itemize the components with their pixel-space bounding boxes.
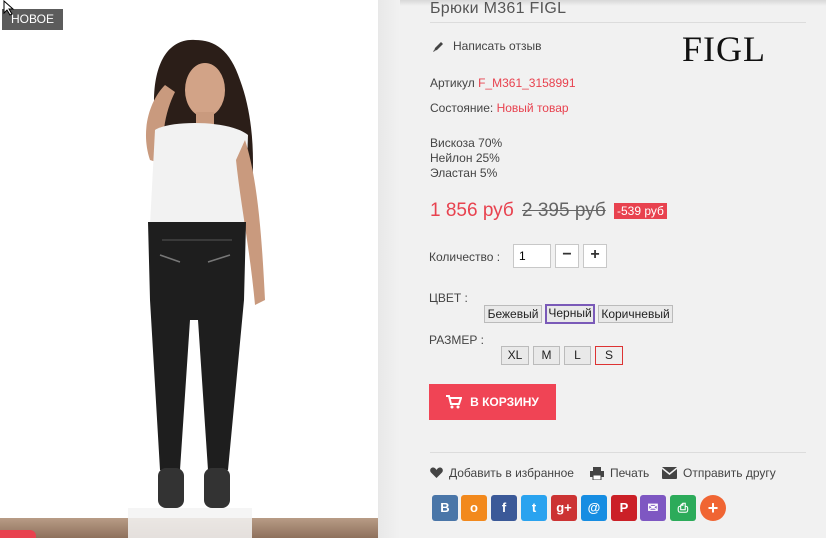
mail-ru-icon[interactable]: @ (581, 495, 607, 521)
corner-tag (0, 530, 36, 538)
composition-item: Вискоза 70% (430, 136, 503, 150)
old-price: 2 395 руб (522, 200, 606, 221)
quantity-minus-button[interactable]: − (555, 244, 579, 268)
quantity-plus-button[interactable]: + (583, 244, 607, 268)
product-title: Брюки M361 FIGL (430, 0, 567, 17)
facebook-icon[interactable]: f (491, 495, 517, 521)
composition-item: Эластан 5% (430, 166, 498, 180)
google-plus-icon[interactable]: g+ (551, 495, 577, 521)
divider-shade (378, 0, 400, 538)
product-photo (145, 39, 265, 508)
send-to-friend-label: Отправить другу (683, 466, 776, 480)
color-label: ЦВЕТ : (429, 291, 468, 305)
print-share-icon[interactable]: ⎙ (670, 495, 696, 521)
print-icon (590, 466, 604, 480)
sku-value: F_M361_3158991 (478, 76, 576, 90)
more-share-icon[interactable]: + (700, 495, 726, 521)
mouse-cursor-icon (3, 0, 15, 16)
size-option-l[interactable]: L (564, 346, 591, 365)
add-to-favorites-link[interactable]: Добавить в избранное (430, 466, 574, 480)
add-to-cart-button[interactable]: В КОРЗИНУ (429, 384, 556, 420)
image-zoom-overlay[interactable] (128, 508, 252, 538)
composition-list: Вискоза 70% Нейлон 25% Эластан 5% (430, 136, 502, 181)
pencil-icon (433, 41, 443, 52)
email-icon[interactable]: ✉ (640, 495, 666, 521)
sku-label: Артикул (430, 76, 475, 90)
product-image[interactable]: НОВОЕ (0, 0, 378, 538)
size-label: РАЗМЕР : (429, 333, 484, 347)
pinterest-icon[interactable]: P (611, 495, 637, 521)
condition-line: Состояние: Новый товар (430, 101, 569, 115)
condition-value: Новый товар (496, 101, 569, 115)
size-option-xl[interactable]: XL (501, 346, 529, 365)
brand-logo[interactable]: FIGL (682, 28, 766, 70)
cart-icon (446, 395, 463, 409)
twitter-icon[interactable]: t (521, 495, 547, 521)
quantity-label: Количество : (429, 250, 501, 264)
print-label: Печать (610, 466, 650, 480)
sku-line: Артикул F_M361_3158991 (430, 76, 576, 90)
print-link[interactable]: Печать (590, 466, 649, 480)
color-option-brown[interactable]: Коричневый (598, 305, 673, 323)
quantity-input[interactable] (513, 244, 551, 268)
color-option-beige[interactable]: Бежевый (484, 305, 542, 323)
heart-icon (430, 467, 443, 478)
color-option-black[interactable]: Черный (545, 304, 595, 324)
discount-badge: -539 руб (614, 203, 667, 219)
add-to-cart-label: В КОРЗИНУ (470, 395, 539, 409)
vk-icon[interactable]: В (432, 495, 458, 521)
size-option-m[interactable]: M (533, 346, 560, 365)
size-option-s[interactable]: S (595, 346, 623, 365)
condition-label: Состояние: (430, 101, 494, 115)
current-price: 1 856 руб (430, 200, 514, 221)
envelope-icon (662, 467, 677, 479)
divider (430, 452, 806, 453)
write-review-link[interactable]: Написать отзыв (432, 39, 541, 53)
write-review-label: Написать отзыв (453, 39, 542, 53)
odnoklassniki-icon[interactable]: о (461, 495, 487, 521)
divider (430, 22, 806, 23)
composition-item: Нейлон 25% (430, 151, 500, 165)
add-to-favorites-label: Добавить в избранное (449, 466, 574, 480)
send-to-friend-link[interactable]: Отправить другу (662, 466, 776, 480)
